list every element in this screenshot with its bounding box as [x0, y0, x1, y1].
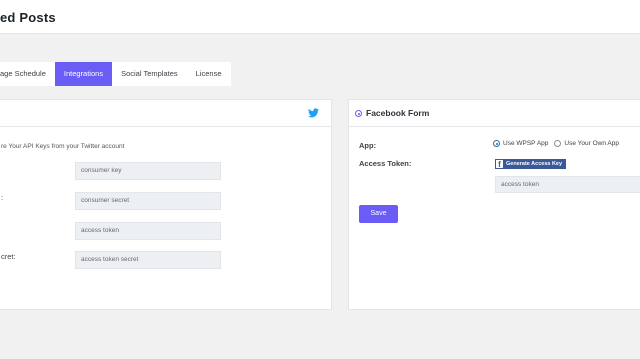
app-radio-group: Use WPSP App Use Your Own App	[493, 140, 625, 147]
tab-social-templates[interactable]: Social Templates	[112, 62, 187, 86]
top-bar: ed Posts	[0, 0, 640, 34]
tab-license[interactable]: License	[187, 62, 231, 86]
app-option-own[interactable]: Use Your Own App	[554, 140, 619, 147]
twitter-intro-text: re Your API Keys from your Twitter accou…	[1, 143, 125, 150]
twitter-card-header	[0, 100, 331, 127]
radio-unselected-icon[interactable]	[554, 140, 562, 147]
facebook-icon: f	[495, 159, 504, 169]
app-option-wpsp[interactable]: Use WPSP App	[493, 140, 548, 147]
facebook-access-token-input[interactable]: access token	[495, 176, 640, 193]
consumer-secret-input[interactable]: consumer secret	[75, 192, 221, 210]
twitter-icon	[308, 108, 319, 118]
radio-selected-icon[interactable]	[493, 140, 500, 147]
access-token-input[interactable]: access token	[75, 222, 221, 240]
generate-access-key-button[interactable]: f Generate Access Key	[495, 159, 567, 169]
facebook-card-header: Facebook Form	[349, 100, 640, 127]
access-token-label-fb: Access Token:	[359, 159, 412, 168]
facebook-form-card: Facebook Form App: Use WPSP App Use Your…	[348, 99, 640, 310]
page-title: ed Posts	[0, 10, 56, 25]
tab-manage-schedule[interactable]: age Schedule	[0, 62, 55, 86]
app-option-own-label: Use Your Own App	[564, 140, 619, 147]
consumer-secret-label: :	[1, 193, 4, 202]
generate-access-key-label: Generate Access Key	[506, 161, 563, 167]
facebook-form-radio-icon	[355, 110, 362, 117]
consumer-key-input[interactable]: consumer key	[75, 162, 221, 180]
access-token-secret-input[interactable]: access token secret	[75, 251, 221, 269]
tab-integrations[interactable]: Integrations	[54, 62, 113, 86]
app-label: App:	[359, 141, 377, 150]
save-button[interactable]: Save	[359, 205, 398, 223]
twitter-form-card: re Your API Keys from your Twitter accou…	[0, 99, 332, 310]
settings-tabs: age Schedule Integrations Social Templat…	[0, 62, 231, 86]
app-option-wpsp-label: Use WPSP App	[503, 140, 549, 147]
access-token-secret-label: cret:	[1, 252, 16, 261]
facebook-form-title: Facebook Form	[366, 108, 430, 118]
